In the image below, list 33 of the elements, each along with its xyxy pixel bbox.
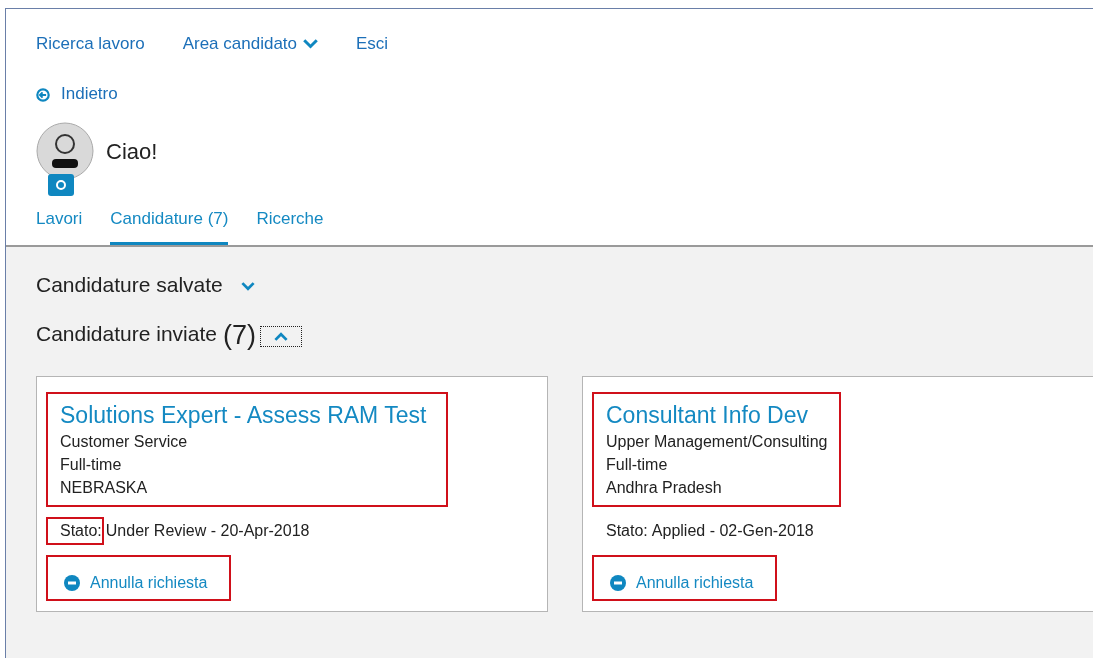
section-count: (7) [222, 319, 256, 350]
job-detail: Customer Service [60, 431, 189, 452]
nav-dropdown[interactable]: Area candidato [182, 31, 319, 57]
status-label: Stato: [48, 518, 102, 543]
tab[interactable]: Lavori [36, 206, 83, 245]
chevron-down-icon [240, 282, 255, 291]
nav-link[interactable]: Esci [356, 31, 389, 57]
tab[interactable]: Ricerche [256, 206, 324, 245]
chevron-down-icon [303, 38, 319, 49]
chevron-up-icon [273, 331, 288, 341]
job-detail: Upper Management/Consulting [606, 431, 828, 452]
status-value: Applied - 02-Gen-2018 [651, 520, 814, 541]
greeting: Ciao! [106, 137, 158, 166]
back-link[interactable]: Indietro [36, 80, 118, 106]
cancel-request-link[interactable]: Annulla richiesta [48, 556, 230, 599]
cancel-request-link[interactable]: Annulla richiesta [594, 556, 776, 599]
minus-circle-icon [64, 574, 80, 591]
job-title-link[interactable]: Consultant Info Dev [606, 399, 828, 430]
job-title-link[interactable]: Solutions Expert - Assess RAM Test [60, 399, 435, 430]
job-detail: NEBRASKA [60, 477, 149, 498]
status-label: Stato: [605, 520, 648, 541]
status-value: Under Review - 20-Apr-2018 [105, 520, 310, 541]
nav-link[interactable]: Ricerca lavoro [36, 31, 145, 57]
section-heading: Candidature inviate [36, 321, 217, 347]
section-toggle[interactable] [259, 325, 302, 347]
job-detail: Full-time [606, 454, 669, 475]
minus-circle-icon [610, 574, 626, 591]
job-detail: Full-time [60, 454, 123, 475]
camera-icon [55, 179, 67, 191]
camera-button[interactable] [48, 174, 74, 196]
job-detail: Andhra Pradesh [606, 477, 723, 498]
section-heading: Candidature salvate [36, 271, 223, 298]
avatar-placeholder [36, 122, 94, 180]
